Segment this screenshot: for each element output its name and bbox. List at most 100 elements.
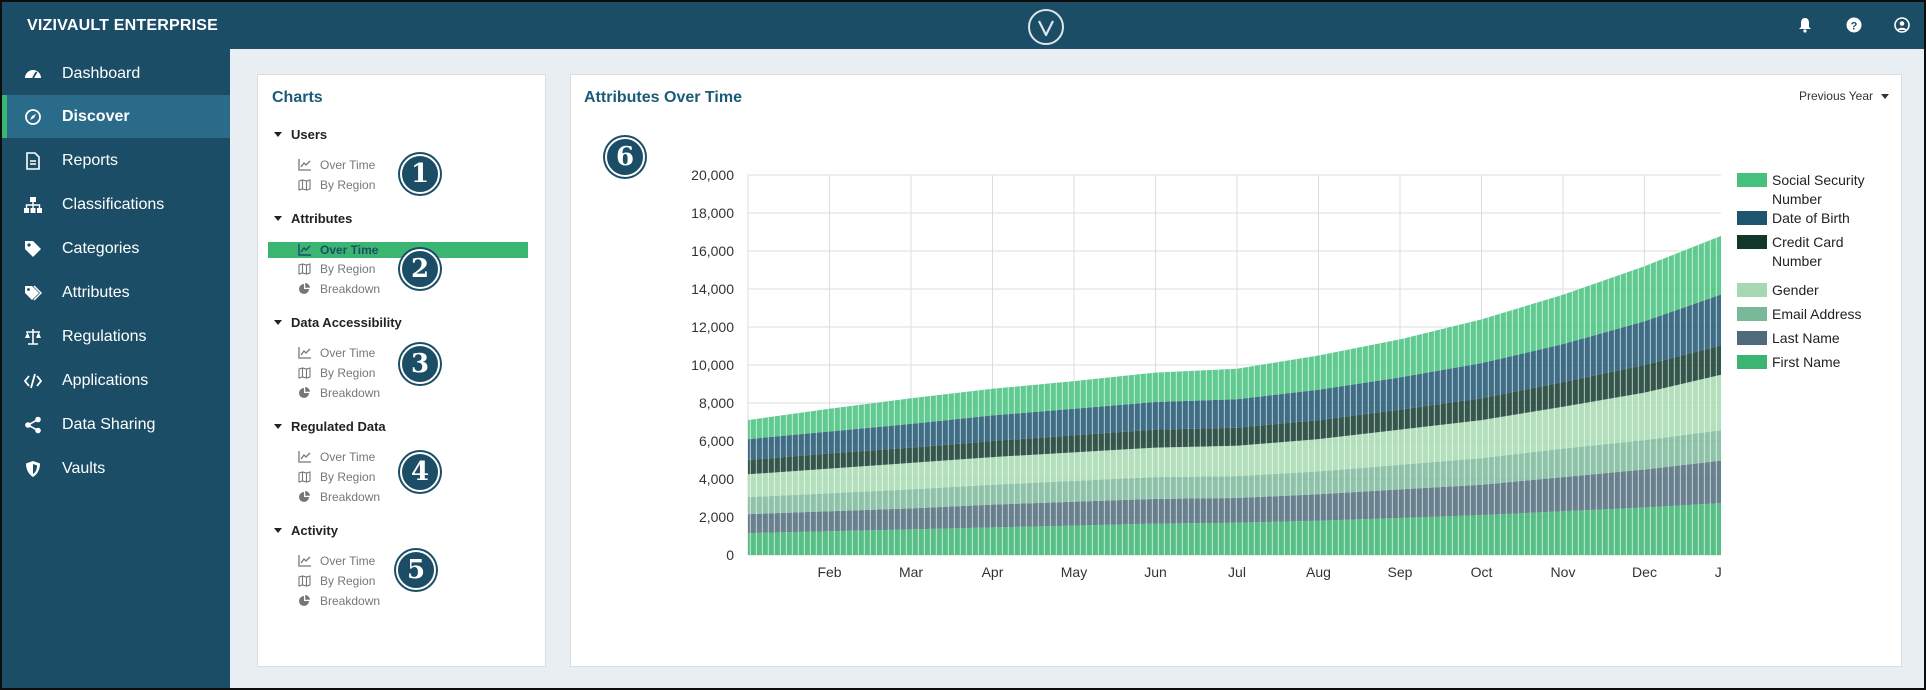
- sub-item-label: By Region: [320, 574, 376, 588]
- svg-text:?: ?: [1851, 20, 1858, 32]
- sub-item-label: By Region: [320, 262, 376, 276]
- bell-icon[interactable]: [1798, 17, 1814, 33]
- regulated-data-breakdown[interactable]: Breakdown: [268, 489, 528, 505]
- sidebar-item-label: Classifications: [62, 195, 165, 213]
- legend-item[interactable]: Social Security Number: [1737, 171, 1865, 207]
- sub-item-label: By Region: [320, 366, 376, 380]
- legend-swatch: [1737, 307, 1767, 321]
- scale-icon: [24, 328, 42, 346]
- line-chart-icon: [298, 555, 311, 567]
- pie-chart-icon: [298, 387, 311, 399]
- sidebar-item-classifications[interactable]: Classifications: [2, 183, 230, 226]
- y-tick-label: 14,000: [691, 281, 734, 297]
- x-tick-label: Sep: [1388, 564, 1413, 580]
- sidebar-item-label: Vaults: [62, 459, 106, 477]
- sidebar-item-data-sharing[interactable]: Data Sharing: [2, 403, 230, 446]
- x-tick-label: Jul: [1228, 564, 1246, 580]
- y-tick-label: 8,000: [699, 395, 734, 411]
- step-badge-4: 4: [400, 452, 440, 492]
- pie-chart-icon: [298, 595, 311, 607]
- attributes-by-region[interactable]: By Region: [268, 261, 528, 277]
- sidebar-item-label: Regulations: [62, 327, 147, 345]
- data-accessibility-over-time[interactable]: Over Time: [268, 345, 528, 361]
- bar-texture-overlay: [748, 235, 1721, 555]
- range-dropdown[interactable]: Previous Year: [1799, 89, 1889, 103]
- legend-item[interactable]: First Name: [1737, 353, 1840, 370]
- sidebar-item-regulations[interactable]: Regulations: [2, 315, 230, 358]
- attributes-breakdown[interactable]: Breakdown: [268, 281, 528, 297]
- group-users[interactable]: Users: [274, 127, 327, 142]
- legend-swatch: [1737, 235, 1767, 249]
- step-badge-2: 2: [400, 249, 440, 289]
- legend-item[interactable]: Credit Card Number: [1737, 233, 1844, 269]
- map-icon: [298, 263, 311, 275]
- sidebar-item-attributes[interactable]: Attributes: [2, 271, 230, 314]
- x-tick-label: Feb: [817, 564, 841, 580]
- legend-label: Date of Birth: [1772, 210, 1850, 226]
- x-tick-label: Jan: [1715, 564, 1721, 580]
- sidebar-item-label: Applications: [62, 371, 149, 389]
- main-chart-panel: Attributes Over Time Previous Year 6 0 2,…: [570, 74, 1902, 667]
- data-accessibility-by-region[interactable]: By Region: [268, 365, 528, 381]
- sidebar-item-label: Discover: [62, 107, 130, 125]
- y-tick-label: 18,000: [691, 205, 734, 221]
- caret-down-icon: [274, 132, 282, 137]
- legend-item[interactable]: Email Address: [1737, 305, 1861, 322]
- data-accessibility-breakdown[interactable]: Breakdown: [268, 385, 528, 401]
- top-bar: VIZIVAULT ENTERPRISE ?: [2, 2, 1924, 49]
- group-data-accessibility[interactable]: Data Accessibility: [274, 315, 402, 330]
- map-icon: [298, 471, 311, 483]
- sidebar-item-discover[interactable]: Discover: [2, 95, 230, 138]
- user-icon[interactable]: [1894, 17, 1910, 33]
- vizivault-logo[interactable]: [1028, 9, 1064, 45]
- legend-item[interactable]: Date of Birth: [1737, 209, 1850, 226]
- group-label: Attributes: [291, 211, 353, 226]
- regulated-data-over-time[interactable]: Over Time: [268, 449, 528, 465]
- map-icon: [298, 575, 311, 587]
- sub-item-label: Over Time: [320, 243, 379, 257]
- y-tick-label: 0: [726, 547, 734, 563]
- x-tick-label: Nov: [1551, 564, 1576, 580]
- step-badge-3: 3: [400, 344, 440, 384]
- x-tick-label: Apr: [982, 564, 1004, 580]
- group-attributes[interactable]: Attributes: [274, 211, 352, 226]
- y-tick-label: 20,000: [691, 167, 734, 183]
- pie-chart-icon: [298, 491, 311, 503]
- sub-item-label: Over Time: [320, 346, 376, 360]
- stacked-area-chart: 0 2,000 4,000 6,000 8,000 10,000 12,000 14,000 1…: [691, 167, 1721, 580]
- sidebar-item-dashboard[interactable]: Dashboard: [2, 52, 230, 95]
- sidebar: Dashboard Discover Reports Classificatio…: [2, 49, 230, 688]
- code-icon: [23, 372, 43, 390]
- legend-item[interactable]: Gender: [1737, 281, 1819, 298]
- caret-down-icon: [274, 424, 282, 429]
- sidebar-item-label: Categories: [62, 239, 140, 257]
- group-activity[interactable]: Activity: [274, 523, 338, 538]
- activity-breakdown[interactable]: Breakdown: [268, 593, 528, 609]
- sub-item-label: By Region: [320, 470, 376, 484]
- attributes-over-time[interactable]: Over Time: [268, 242, 528, 258]
- users-by-region[interactable]: By Region: [268, 177, 528, 193]
- x-tick-label: May: [1061, 564, 1087, 580]
- brand-title: VIZIVAULT ENTERPRISE: [27, 17, 218, 34]
- compass-icon: [24, 108, 42, 126]
- step-badge-5: 5: [396, 550, 436, 590]
- sidebar-item-reports[interactable]: Reports: [2, 139, 230, 182]
- sidebar-item-label: Reports: [62, 151, 119, 169]
- line-chart-icon: [298, 159, 311, 171]
- tags-icon: [24, 284, 43, 302]
- regulated-data-by-region[interactable]: By Region: [268, 469, 528, 485]
- y-tick-label: 16,000: [691, 243, 734, 259]
- legend-item[interactable]: Last Name: [1737, 329, 1840, 346]
- sidebar-item-applications[interactable]: Applications: [2, 359, 230, 402]
- users-over-time[interactable]: Over Time: [268, 157, 528, 173]
- sidebar-item-vaults[interactable]: Vaults: [2, 447, 230, 490]
- group-label: Regulated Data: [291, 419, 386, 434]
- sidebar-item-categories[interactable]: Categories: [2, 227, 230, 270]
- sub-item-label: Breakdown: [320, 386, 381, 400]
- legend-label: Social Security Number: [1772, 172, 1865, 207]
- sub-item-label: Over Time: [320, 554, 376, 568]
- group-regulated-data[interactable]: Regulated Data: [274, 419, 386, 434]
- help-icon[interactable]: ?: [1846, 17, 1862, 33]
- sub-item-label: By Region: [320, 178, 376, 192]
- line-chart-icon: [298, 244, 311, 256]
